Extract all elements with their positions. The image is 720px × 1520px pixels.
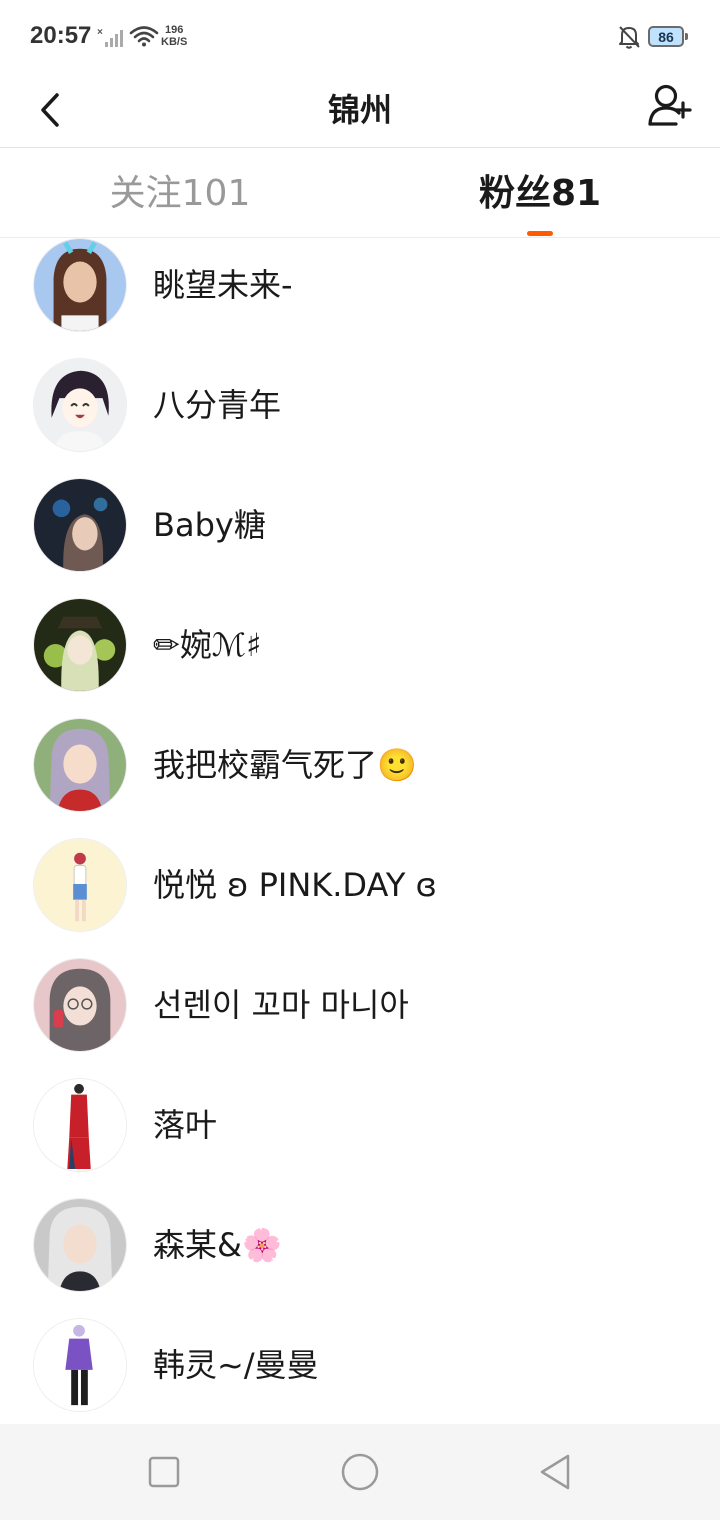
avatar[interactable] xyxy=(33,1198,127,1292)
avatar-image xyxy=(34,479,126,571)
follower-name: 선렌이 꼬마 마니아 xyxy=(153,986,409,1024)
list-item[interactable]: 선렌이 꼬마 마니아 xyxy=(0,958,720,1078)
avatar[interactable] xyxy=(33,598,127,692)
system-nav-bar xyxy=(0,1424,720,1520)
bell-off-icon xyxy=(619,26,640,49)
status-time: 20:57 xyxy=(30,22,92,49)
battery-tip xyxy=(685,33,688,40)
page-title: 锦州 xyxy=(327,91,392,129)
net-speed-value: 196 xyxy=(164,24,184,36)
net-speed-unit: KB/S xyxy=(161,36,188,48)
avatar[interactable] xyxy=(33,1318,127,1412)
avatar-image xyxy=(34,959,126,1051)
net-speed: 196 KB/S xyxy=(161,24,187,48)
avatar[interactable] xyxy=(33,838,127,932)
avatar[interactable] xyxy=(33,1078,127,1172)
active-tab-indicator xyxy=(527,231,553,236)
list-item[interactable]: 韩灵~/曼曼 xyxy=(0,1318,720,1424)
tab-followers[interactable]: 粉丝81 xyxy=(360,149,720,238)
list-item[interactable]: 八分青年 xyxy=(0,358,720,478)
avatar-image xyxy=(34,839,126,931)
avatar-image xyxy=(34,1319,126,1411)
follower-name: 韩灵~/曼曼 xyxy=(153,1346,319,1384)
avatar[interactable] xyxy=(33,478,127,572)
follower-name: Baby糖 xyxy=(153,506,266,544)
avatar-image xyxy=(34,1199,126,1291)
add-user-icon xyxy=(648,84,692,126)
avatar[interactable] xyxy=(33,358,127,452)
avatar[interactable] xyxy=(33,958,127,1052)
list-item[interactable]: 森某&🌸 xyxy=(0,1198,720,1318)
header: 锦州 xyxy=(0,72,720,148)
add-user-button[interactable] xyxy=(646,80,696,130)
list-item[interactable]: 眺望未来- xyxy=(0,238,720,358)
wifi-icon xyxy=(129,26,159,47)
follower-name: ✏婉ℳ♯ xyxy=(153,626,262,664)
follower-name: 我把校霸气死了🙂 xyxy=(153,746,417,784)
follower-name: 悦悦 ʚ PINK.DAY ɞ xyxy=(153,866,437,904)
follower-name: 八分青年 xyxy=(153,386,282,424)
back-triangle-icon[interactable] xyxy=(536,1452,576,1492)
follower-list[interactable]: 眺望未来- 八分青年 Baby糖 ✏婉ℳ♯ 我把校霸气死了🙂 悦悦 ʚ PINK… xyxy=(0,238,720,1424)
recents-square-icon[interactable] xyxy=(144,1452,184,1492)
battery-body: 86 xyxy=(648,26,684,47)
list-item[interactable]: 悦悦 ʚ PINK.DAY ɞ xyxy=(0,838,720,958)
avatar-image xyxy=(34,359,126,451)
follower-name: 森某&🌸 xyxy=(153,1226,282,1264)
avatar[interactable] xyxy=(33,718,127,812)
list-item[interactable]: 我把校霸气死了🙂 xyxy=(0,718,720,838)
avatar-image xyxy=(34,719,126,811)
list-item[interactable]: Baby糖 xyxy=(0,478,720,598)
list-item[interactable]: 落叶 xyxy=(0,1078,720,1198)
tab-bar: 关注101 粉丝81 xyxy=(0,149,720,238)
battery-level: 86 xyxy=(658,28,674,45)
avatar-image xyxy=(34,599,126,691)
avatar-image xyxy=(34,239,126,331)
battery-icon: 86 xyxy=(648,26,688,47)
svg-text:×: × xyxy=(97,27,103,38)
follower-name: 落叶 xyxy=(153,1106,218,1144)
tab-following[interactable]: 关注101 xyxy=(0,149,360,238)
avatar[interactable] xyxy=(33,238,127,332)
list-item[interactable]: ✏婉ℳ♯ xyxy=(0,598,720,718)
home-circle-icon[interactable] xyxy=(340,1452,380,1492)
signal-icon: × xyxy=(97,27,123,47)
status-bar: 20:57 × 196 KB/S 86 xyxy=(0,0,720,72)
avatar-image xyxy=(34,1079,126,1171)
follower-name: 眺望未来- xyxy=(153,266,293,304)
